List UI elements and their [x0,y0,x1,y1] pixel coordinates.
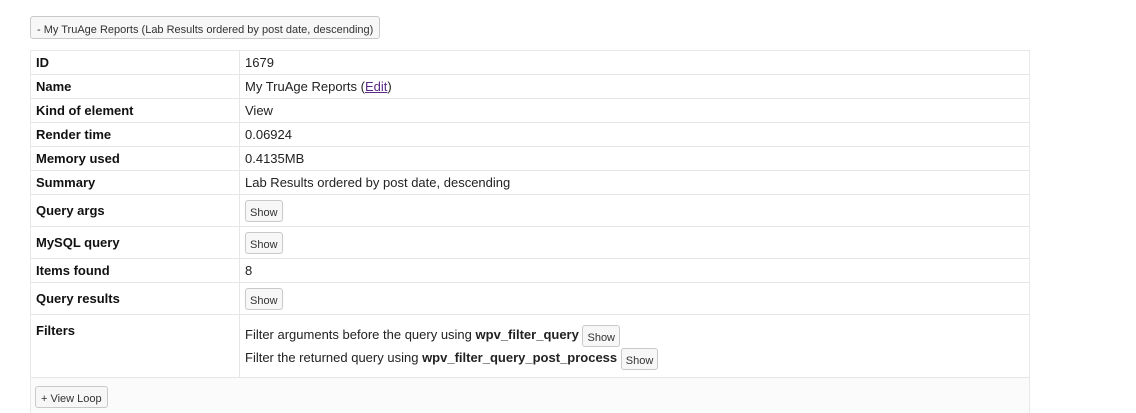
table-row: MySQL query Show [31,226,1029,259]
mysql-query-label: MySQL query [31,226,240,259]
query-args-show-button[interactable]: Show [245,199,283,222]
edit-link[interactable]: Edit [365,79,387,94]
filter-line-pre-query: Filter arguments before the query using … [245,323,1024,347]
table-row: Memory used 0.4135MB [31,146,1029,171]
table-row: Render time 0.06924 [31,122,1029,147]
kind-value: View [239,98,1029,123]
render-time-label: Render time [31,122,240,147]
table-row: Summary Lab Results ordered by post date… [31,170,1029,195]
memory-used-value: 0.4135MB [239,146,1029,171]
expand-view-loop-button[interactable]: + View Loop [35,386,108,408]
table-row: Filters Filter arguments before the quer… [31,314,1029,378]
memory-used-label: Memory used [31,146,240,171]
filter-pre-query-text: Filter arguments before the query using [245,327,472,342]
table-row: Items found 8 [31,258,1029,283]
mysql-query-show-button[interactable]: Show [245,231,283,254]
table-row: Query results Show [31,282,1029,315]
id-label: ID [31,51,240,75]
summary-value: Lab Results ordered by post date, descen… [239,170,1029,195]
table-row: Name My TruAge Reports (Edit) [31,74,1029,99]
filter-pre-query-hook: wpv_filter_query [475,327,579,342]
filters-cell: Filter arguments before the query using … [239,314,1029,378]
id-value: 1679 [239,51,1029,75]
filter-line-post-process: Filter the returned query using wpv_filt… [245,346,1024,370]
table-row: Kind of element View [31,98,1029,123]
filters-label: Filters [31,314,240,378]
kind-label: Kind of element [31,98,240,123]
query-results-cell: Show [239,282,1029,315]
filter-post-process-hook: wpv_filter_query_post_process [422,350,618,365]
items-found-label: Items found [31,258,240,283]
query-args-cell: Show [239,194,1029,227]
close-paren: ) [387,79,392,94]
filter-post-process-show-button[interactable]: Show [620,347,659,370]
query-args-label: Query args [31,194,240,227]
mysql-query-cell: Show [239,226,1029,259]
collapse-view-button[interactable]: - My TruAge Reports (Lab Results ordered… [30,16,381,39]
name-label: Name [31,74,240,99]
table-row: Query args Show [31,194,1029,227]
summary-label: Summary [31,170,240,195]
view-details-panel: ID 1679 Name My TruAge Reports (Edit) Ki… [30,50,1030,413]
items-found-value: 8 [239,258,1029,283]
view-loop-footer: + View Loop [31,378,1029,413]
debug-page: - My TruAge Reports (Lab Results ordered… [0,0,1136,413]
table-row: ID 1679 [31,51,1029,75]
query-results-show-button[interactable]: Show [245,287,283,310]
name-value: My TruAge Reports [245,79,357,94]
name-cell: My TruAge Reports (Edit) [239,74,1029,99]
query-results-label: Query results [31,282,240,315]
render-time-value: 0.06924 [239,122,1029,147]
filter-post-process-text: Filter the returned query using [245,350,419,365]
details-table: ID 1679 Name My TruAge Reports (Edit) Ki… [31,51,1029,378]
filter-pre-query-show-button[interactable]: Show [582,324,621,347]
